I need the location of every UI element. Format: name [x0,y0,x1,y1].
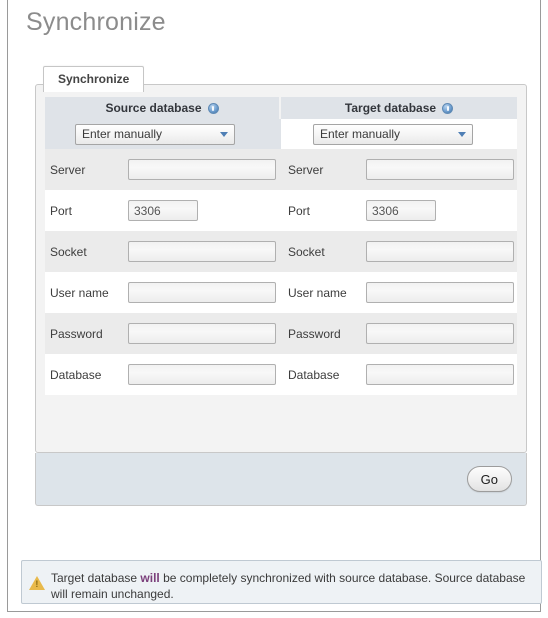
source-server-cell: Server [45,149,281,190]
source-username-label: User name [50,285,109,300]
target-username-cell: User name [281,272,517,313]
target-select-cell: Enter manually [281,119,517,149]
table-row: Port Port [45,190,517,231]
source-password-label: Password [50,326,103,341]
table-row: Database Database [45,354,517,395]
source-port-input[interactable] [128,200,198,221]
table-row: Socket Socket [45,231,517,272]
source-database-label: Database [50,367,102,382]
target-database-cell: Database [281,354,517,395]
column-header-row: Source database Target database [45,97,517,119]
tab-synchronize[interactable]: Synchronize [43,66,145,92]
help-icon[interactable] [207,102,219,114]
source-username-input[interactable] [128,282,276,303]
target-socket-input[interactable] [366,241,514,262]
source-password-input[interactable] [128,323,276,344]
target-socket-cell: Socket [281,231,517,272]
source-password-cell: Password [45,313,281,354]
source-socket-cell: Socket [45,231,281,272]
warning-notice: Target database will be completely synch… [21,560,542,604]
notice-emphasis: will [140,571,160,585]
target-password-cell: Password [281,313,517,354]
table-row: Server Server [45,149,517,190]
target-port-label: Port [288,203,311,218]
target-database-input[interactable] [366,364,514,385]
target-connection-select[interactable]: Enter manually [313,123,473,145]
target-socket-label: Socket [288,244,325,259]
source-socket-label: Socket [50,244,87,259]
source-server-label: Server [50,162,86,177]
target-server-input[interactable] [366,159,514,180]
synchronize-panel: Source database Target database Enter ma… [35,84,527,453]
database-form-grid: Source database Target database Enter ma… [45,97,517,395]
chevron-down-icon [215,127,232,142]
tab-bar: Synchronize [35,66,527,92]
target-database-label: Database [288,367,340,382]
panel-footer: Go [35,453,527,506]
source-database-header: Source database [45,97,281,119]
source-socket-input[interactable] [128,241,276,262]
chevron-down-icon [453,127,470,142]
target-database-header-label: Target database [344,101,437,115]
source-connection-select-value: Enter manually [82,127,163,141]
source-select-cell: Enter manually [45,119,281,149]
target-connection-select-value: Enter manually [320,127,401,141]
source-database-header-label: Source database [105,101,202,115]
target-port-input[interactable] [366,200,436,221]
source-port-label: Port [50,203,73,218]
help-icon[interactable] [442,102,454,114]
notice-text-before: Target database [51,571,141,585]
target-server-cell: Server [281,149,517,190]
source-server-input[interactable] [128,159,276,180]
source-port-cell: Port [45,190,281,231]
go-button[interactable]: Go [466,466,512,492]
table-row: User name User name [45,272,517,313]
source-database-cell: Database [45,354,281,395]
table-row: Password Password [45,313,517,354]
page-frame: Synchronize Synchronize Source database … [7,0,542,612]
target-password-label: Password [288,326,341,341]
target-server-label: Server [288,162,324,177]
target-username-label: User name [288,285,347,300]
connection-mode-row: Enter manually Enter manually [45,119,517,149]
warning-triangle-icon [29,575,45,591]
target-password-input[interactable] [366,323,514,344]
page-title: Synchronize [26,8,166,36]
target-database-header: Target database [281,97,517,119]
source-database-input[interactable] [128,364,276,385]
source-connection-select[interactable]: Enter manually [75,123,235,145]
target-username-input[interactable] [366,282,514,303]
warning-notice-text: Target database will be completely synch… [51,568,533,602]
source-username-cell: User name [45,272,281,313]
target-port-cell: Port [281,190,517,231]
